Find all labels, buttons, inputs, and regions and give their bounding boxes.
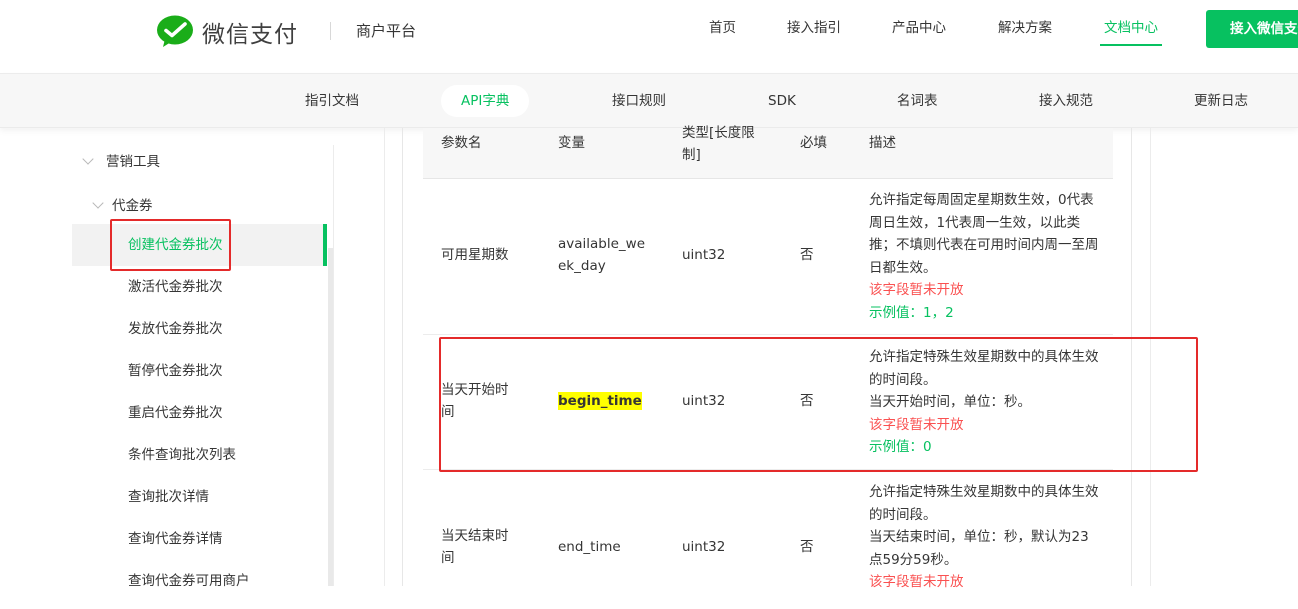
- apply-button[interactable]: 接入微信支付: [1206, 10, 1298, 48]
- sidebar-divider: [333, 145, 334, 586]
- logo-divider: [330, 22, 331, 40]
- param-name: 可用星期数: [441, 247, 509, 263]
- nav-solutions[interactable]: 解决方案: [998, 19, 1052, 37]
- description-unit: 当天结束时间，单位：秒，默认为23点59分59秒。: [869, 529, 1089, 568]
- param-variable: begin_time: [558, 390, 642, 412]
- sidebar-scrollbar[interactable]: [328, 248, 333, 586]
- sidebar-item-query-batch-list[interactable]: 条件查询批次列表: [72, 434, 326, 476]
- param-type: uint32: [682, 393, 726, 409]
- param-description: 允许指定特殊生效星期数中的具体生效的时间段。 当天开始时间，单位：秒。 该字段暂…: [869, 346, 1101, 459]
- param-type: uint32: [682, 539, 726, 555]
- sidebar-item-query-batch-detail[interactable]: 查询批次详情: [72, 476, 326, 518]
- nav-home[interactable]: 首页: [709, 19, 736, 37]
- content-right-border: [1150, 128, 1151, 586]
- param-description: 允许指定特殊生效星期数中的具体生效的时间段。 当天结束时间，单位：秒，默认为23…: [869, 481, 1101, 594]
- header-param-name: 参数名: [441, 135, 482, 151]
- description-text: 允许指定特殊生效星期数中的具体生效的时间段。: [869, 484, 1099, 523]
- params-table: 参数名 变量 类型[长度限制] 必填 描述 可用星期数 available_we…: [402, 125, 1132, 590]
- header-description: 描述: [869, 135, 896, 151]
- table-header: 参数名 变量 类型[长度限制] 必填 描述: [423, 125, 1113, 179]
- param-required: 否: [800, 393, 814, 409]
- not-open-warning: 该字段暂未开放: [869, 282, 964, 298]
- not-open-warning: 该字段暂未开放: [869, 574, 964, 590]
- subnav-sdk[interactable]: SDK: [768, 92, 796, 110]
- header-type: 类型[长度限制]: [682, 125, 755, 163]
- brand-name: 微信支付: [202, 22, 298, 48]
- nav-guide[interactable]: 接入指引: [787, 19, 841, 37]
- subnav-guide-docs[interactable]: 指引文档: [305, 92, 359, 110]
- tree-group-label: 营销工具: [106, 154, 160, 170]
- subnav-api-dict[interactable]: API字典: [441, 85, 530, 117]
- sub-nav: 指引文档 API字典 接口规则 SDK 名词表 接入规范 更新日志: [0, 74, 1298, 128]
- param-type: uint32: [682, 247, 726, 263]
- logo[interactable]: 微信支付: [156, 14, 298, 50]
- param-required: 否: [800, 247, 814, 263]
- param-name: 当天结束时间: [441, 528, 509, 566]
- wechat-pay-logo-icon: [157, 15, 193, 47]
- chevron-down-icon: [92, 197, 104, 209]
- top-header: 微信支付 商户平台 首页 接入指引 产品中心 解决方案 文档中心 接入微信支付: [0, 0, 1298, 74]
- example-value: 示例值：1，2: [869, 304, 954, 321]
- sidebar-item-query-voucher-merchants[interactable]: 查询代金券可用商户: [72, 560, 326, 602]
- sidebar-item-activate-batch[interactable]: 激活代金券批次: [72, 266, 326, 308]
- param-required: 否: [800, 539, 814, 555]
- description-text: 允许指定每周固定星期数生效，0代表周日生效，1代表周一生效，以此类推；不填则代表…: [869, 192, 1099, 276]
- subnav-glossary[interactable]: 名词表: [897, 92, 938, 110]
- header-variable: 变量: [558, 135, 585, 151]
- sidebar-item-pause-batch[interactable]: 暂停代金券批次: [72, 350, 326, 392]
- param-variable: available_week_day: [558, 236, 646, 274]
- subnav-access-spec[interactable]: 接入规范: [1039, 92, 1093, 110]
- param-name: 当天开始时间: [441, 382, 509, 420]
- content-left-border: [384, 128, 385, 586]
- table-row: 当天结束时间 end_time uint32 否 允许指定特殊生效星期数中的具体…: [423, 469, 1113, 609]
- platform-name: 商户平台: [356, 22, 417, 40]
- nav-docs[interactable]: 文档中心: [1100, 19, 1162, 46]
- chevron-down-icon: [82, 153, 94, 165]
- table-row: 可用星期数 available_week_day uint32 否 允许指定每周…: [423, 178, 1113, 335]
- table-row: 当天开始时间 begin_time uint32 否 允许指定特殊生效星期数中的…: [423, 334, 1113, 470]
- sidebar-item-restart-batch[interactable]: 重启代金券批次: [72, 392, 326, 434]
- tree-subgroup-voucher[interactable]: 代金券: [92, 194, 153, 214]
- sidebar-item-query-voucher-detail[interactable]: 查询代金券详情: [72, 518, 326, 560]
- sidebar-item-create-batch[interactable]: 创建代金券批次: [72, 224, 327, 266]
- param-description: 允许指定每周固定星期数生效，0代表周日生效，1代表周一生效，以此类推；不填则代表…: [869, 189, 1101, 324]
- subnav-changelog[interactable]: 更新日志: [1194, 92, 1248, 110]
- tree-subgroup-label: 代金券: [112, 198, 153, 214]
- param-variable: end_time: [558, 539, 621, 555]
- not-open-warning: 该字段暂未开放: [869, 416, 964, 433]
- description-text: 允许指定特殊生效星期数中的具体生效的时间段。: [869, 349, 1099, 388]
- example-value: 示例值：0: [869, 439, 932, 455]
- sidebar-item-send-batch[interactable]: 发放代金券批次: [72, 308, 326, 350]
- header-required: 必填: [800, 135, 827, 151]
- tree-group-marketing[interactable]: 营销工具: [82, 150, 160, 170]
- subnav-interface-rules[interactable]: 接口规则: [612, 92, 666, 110]
- highlighted-variable: begin_time: [558, 392, 642, 410]
- description-unit: 当天开始时间，单位：秒。: [869, 394, 1031, 410]
- nav-products[interactable]: 产品中心: [892, 19, 946, 37]
